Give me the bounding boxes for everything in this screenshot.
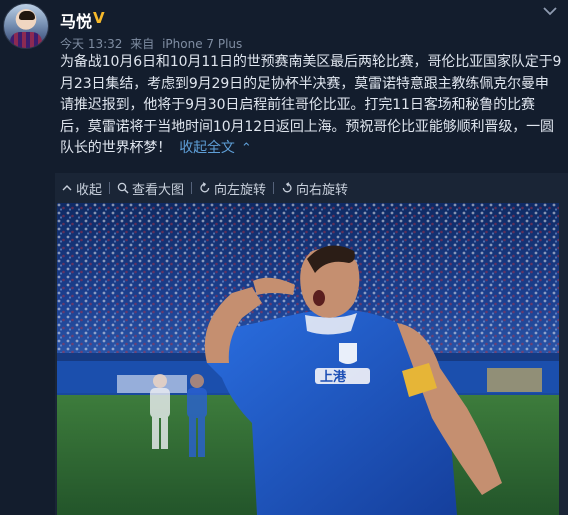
rotate-left-label: 向左旋转 xyxy=(214,182,267,198)
post-text-line: 后，莫雷诺将于当地时间10月12日返回上海。预祝哥伦比亚能够顺利晋级，一圆 xyxy=(60,118,554,135)
post-text-line: 为备战10月6日和10月11日的世预赛南美区最后两轮比赛，哥伦比亚国家队定于9 xyxy=(60,54,562,70)
verified-badge-icon: V xyxy=(93,9,105,27)
rotate-right-label: 向右旋转 xyxy=(296,182,349,198)
rotate-right-icon xyxy=(282,182,292,193)
post-device[interactable]: iPhone 7 Plus xyxy=(162,37,242,51)
toolbar-divider xyxy=(191,182,193,194)
jersey-sponsor-text: 上港 xyxy=(320,369,347,385)
user-name[interactable]: 马悦 xyxy=(60,8,92,32)
avatar-shirt xyxy=(10,32,42,48)
post-text-line: 月23日集结，考虑到9月29日的足协杯半决赛，莫雷诺特意跟主教练佩克尔曼申 xyxy=(60,75,549,92)
weibo-post: 马悦 V 今天 13:32 来自 iPhone 7 Plus 为备战10月6日和… xyxy=(0,0,568,515)
collapse-icon xyxy=(62,185,72,191)
post-source-prefix: 来自 xyxy=(130,37,155,51)
football-celebration-photo: 上港 xyxy=(57,203,559,515)
post-meta: 今天 13:32 来自 iPhone 7 Plus xyxy=(60,35,242,52)
toolbar-divider xyxy=(273,182,275,194)
view-large-button[interactable]: 查看大图 xyxy=(117,179,184,198)
user-avatar[interactable] xyxy=(3,3,49,49)
collapse-full-text-link[interactable]: 收起全文 ⌃ xyxy=(179,140,252,156)
collapse-button[interactable]: 收起 xyxy=(61,179,102,198)
collapse-full-text-label: 收起全文 xyxy=(179,140,235,156)
toolbar-divider xyxy=(109,182,111,194)
image-toolbar: 收起 查看大图 向左旋转 向右旋转 xyxy=(55,173,568,203)
post-text: 为备战10月6日和10月11日的世预赛南美区最后两轮比赛，哥伦比亚国家队定于9 … xyxy=(60,52,565,160)
view-large-label: 查看大图 xyxy=(132,182,185,198)
search-icon xyxy=(117,182,129,194)
post-photo[interactable]: 上港 xyxy=(57,203,559,515)
post-time: 今天 13:32 xyxy=(60,37,123,51)
chevron-down-icon[interactable] xyxy=(542,4,558,18)
avatar-hair xyxy=(19,11,35,20)
collapse-label: 收起 xyxy=(76,182,103,198)
up-caret-icon: ⌃ xyxy=(240,141,252,156)
rotate-left-button[interactable]: 向左旋转 xyxy=(199,179,266,198)
post-text-line: 队长的世界杯梦！ xyxy=(60,140,172,156)
rotate-right-button[interactable]: 向右旋转 xyxy=(281,179,348,198)
post-text-last-line: 队长的世界杯梦！ 收起全文 ⌃ xyxy=(60,138,565,160)
post-text-line: 请推迟报到，他将于9月30日启程前往哥伦比亚。打完11日客场和秘鲁的比赛 xyxy=(60,97,535,113)
rotate-left-icon xyxy=(200,182,210,193)
